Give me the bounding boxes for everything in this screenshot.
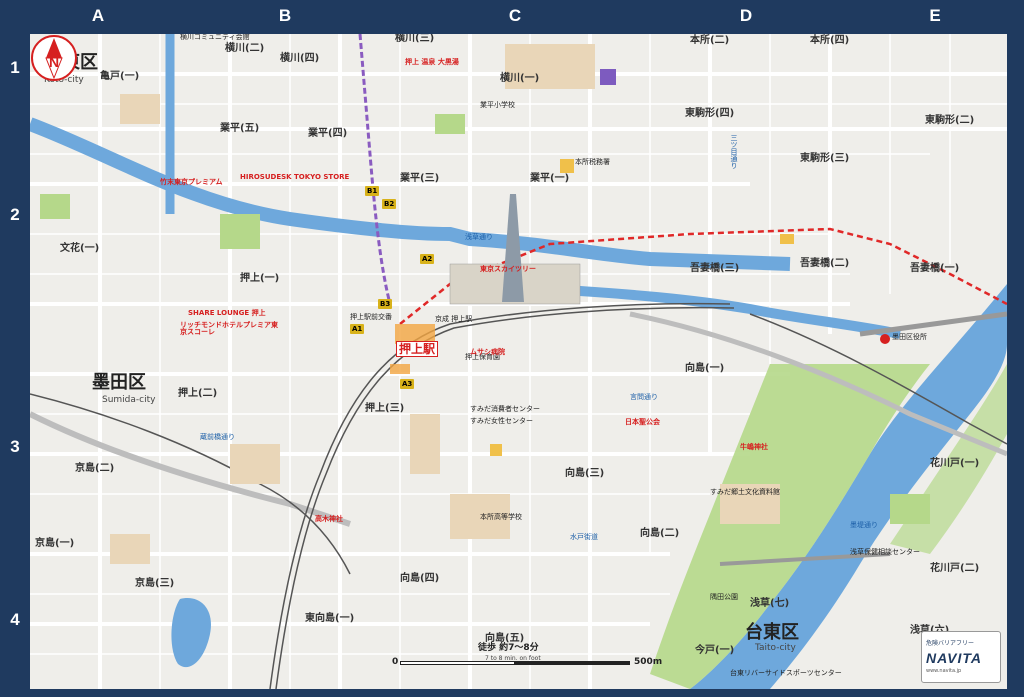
district-sumida-en: Sumida-city [102, 395, 156, 405]
scale-distance: 500m [634, 657, 663, 667]
road-label: 浅草通り [465, 233, 493, 241]
exit-a2[interactable]: A2 [420, 254, 435, 264]
town-label: 本所(二) [690, 35, 730, 46]
map-frame: A B C D E 1 2 3 4 Koto-city 墨田区 Sumida-c… [0, 0, 1024, 697]
poi-label[interactable]: SHARE LOUNGE 押上 [188, 310, 266, 317]
town-label: 東駒形(三) [800, 153, 850, 164]
poi-label[interactable]: 竹末東京プレミアム [160, 179, 223, 186]
town-label: 吾妻橋(一) [910, 263, 960, 274]
town-label: 横川(二) [225, 43, 265, 54]
compass-north-icon: N [31, 35, 77, 81]
scale-zero: 0 [392, 657, 399, 667]
grid-col-label: E [929, 6, 941, 25]
grid-row-label: 3 [10, 437, 20, 456]
exit-b1[interactable]: B1 [365, 186, 380, 196]
logo-tagline: 危険バリアフリー [926, 640, 975, 647]
district-taito: 台東区 [745, 622, 799, 643]
town-label: 吾妻橋(三) [690, 263, 740, 274]
exit-b2[interactable]: B2 [382, 199, 397, 209]
poi-label[interactable]: すみだ女性センター [470, 418, 533, 425]
town-label: 押上(三) [365, 403, 405, 414]
town-label: 向島(二) [640, 528, 680, 539]
grid-col-label: D [739, 6, 753, 25]
park-label[interactable]: 隅田公園 [710, 594, 738, 601]
ward-office-label[interactable]: 墨田区役所 [892, 334, 927, 341]
road-label: 蔵前橋通り [200, 433, 235, 441]
town-label: 業平(四) [308, 128, 348, 139]
town-label: 京島(三) [135, 578, 175, 589]
oshiage-station-label[interactable]: 押上駅 [396, 341, 439, 357]
grid-col-label: A [91, 6, 105, 25]
town-label: 花川戸(一) [930, 458, 980, 469]
keisei-oshiage-label: 京成 押上駅 [435, 315, 473, 323]
logo-contact: www.navita.jp [926, 668, 962, 674]
poi-label[interactable]: 業平小学校 [480, 102, 515, 109]
town-label: 東駒形(四) [685, 108, 735, 119]
poi-label[interactable]: 本所税務署 [575, 159, 610, 166]
town-label: 業平(一) [530, 173, 570, 184]
map-canvas[interactable]: 江東区 Koto-city 墨田区 Sumida-city 台東区 Taito-… [30, 34, 1007, 689]
poi-label[interactable]: 牛嶋神社 [740, 444, 768, 451]
town-label: 花川戸(二) [930, 563, 980, 574]
road-label: 言問通り [630, 393, 658, 401]
poi-label[interactable]: 浅草保健相談センター [850, 549, 920, 556]
grid-row-label: 1 [10, 58, 20, 77]
navita-logo: 危険バリアフリー NAVITA www.navita.jp [921, 631, 1001, 683]
grid-col-label: B [278, 6, 292, 25]
poi-label[interactable]: 日本聖公会 [625, 419, 660, 426]
poi-label[interactable]: 高木神社 [315, 516, 343, 523]
town-label: 京島(一) [35, 538, 75, 549]
town-label: 本所(四) [810, 35, 850, 46]
skytree-label[interactable]: 東京スカイツリー [480, 266, 536, 273]
road-label: 墨堤通り [850, 521, 878, 529]
town-label: 業平(五) [220, 123, 260, 134]
town-label: 業平(三) [400, 173, 440, 184]
poi-label[interactable]: 押上駅前交番 [350, 314, 392, 321]
logo-brand: NAVITA [926, 650, 983, 666]
poi-label[interactable]: すみだ郷土文化資料館 [710, 489, 780, 496]
poi-label[interactable]: 本所高等学校 [480, 514, 522, 521]
poi-label[interactable]: ムサシ病院 [470, 349, 505, 356]
walk-time-label: 徒歩 約7〜8分 [478, 643, 539, 653]
district-taito-en: Taito-city [755, 643, 796, 653]
town-label: 亀戸(一) [100, 71, 140, 82]
exit-b3[interactable]: B3 [378, 299, 393, 309]
town-label: 京島(二) [75, 463, 115, 474]
town-label: 向島(四) [400, 573, 440, 584]
poi-label[interactable]: HIROSUDESK TOKYO STORE [240, 174, 349, 181]
grid-col-label: C [508, 6, 522, 25]
town-label: 横川(一) [500, 73, 540, 84]
town-label: 今戸(一) [695, 645, 735, 656]
exit-a3[interactable]: A3 [400, 379, 415, 389]
town-label: 浅草(七) [750, 598, 790, 609]
town-label: 東向島(一) [305, 613, 355, 624]
town-label: 押上(二) [178, 388, 218, 399]
town-label: 吾妻橋(二) [800, 258, 850, 269]
poi-label[interactable]: 押上 温泉 大黒湯 [405, 59, 459, 66]
town-label: 横川(三) [395, 34, 435, 44]
road-label: 水戸街道 [570, 533, 598, 541]
town-label: 向島(一) [685, 363, 725, 374]
town-label: 横川(四) [280, 53, 320, 64]
map-drawing [30, 34, 1007, 689]
town-label: 向島(三) [565, 468, 605, 479]
grid-row-label: 4 [10, 610, 20, 629]
town-label: 文花(一) [60, 243, 100, 254]
town-label: 押上(一) [240, 273, 280, 284]
poi-label[interactable]: 台東リバーサイドスポーツセンター [730, 670, 842, 677]
poi-label[interactable]: リッチモンドホテルプレミア東京スコーレ [180, 322, 280, 336]
poi-label[interactable]: 横川コミュニティ会館 [180, 34, 250, 41]
exit-a1[interactable]: A1 [350, 324, 365, 334]
town-label: 東駒形(二) [925, 115, 975, 126]
compass-n-label: N [49, 54, 59, 70]
district-sumida: 墨田区 [92, 372, 146, 393]
poi-label[interactable]: すみだ消費者センター [470, 406, 540, 413]
grid-row-label: 2 [10, 205, 20, 224]
road-label: 三ツ目通り [730, 134, 738, 169]
